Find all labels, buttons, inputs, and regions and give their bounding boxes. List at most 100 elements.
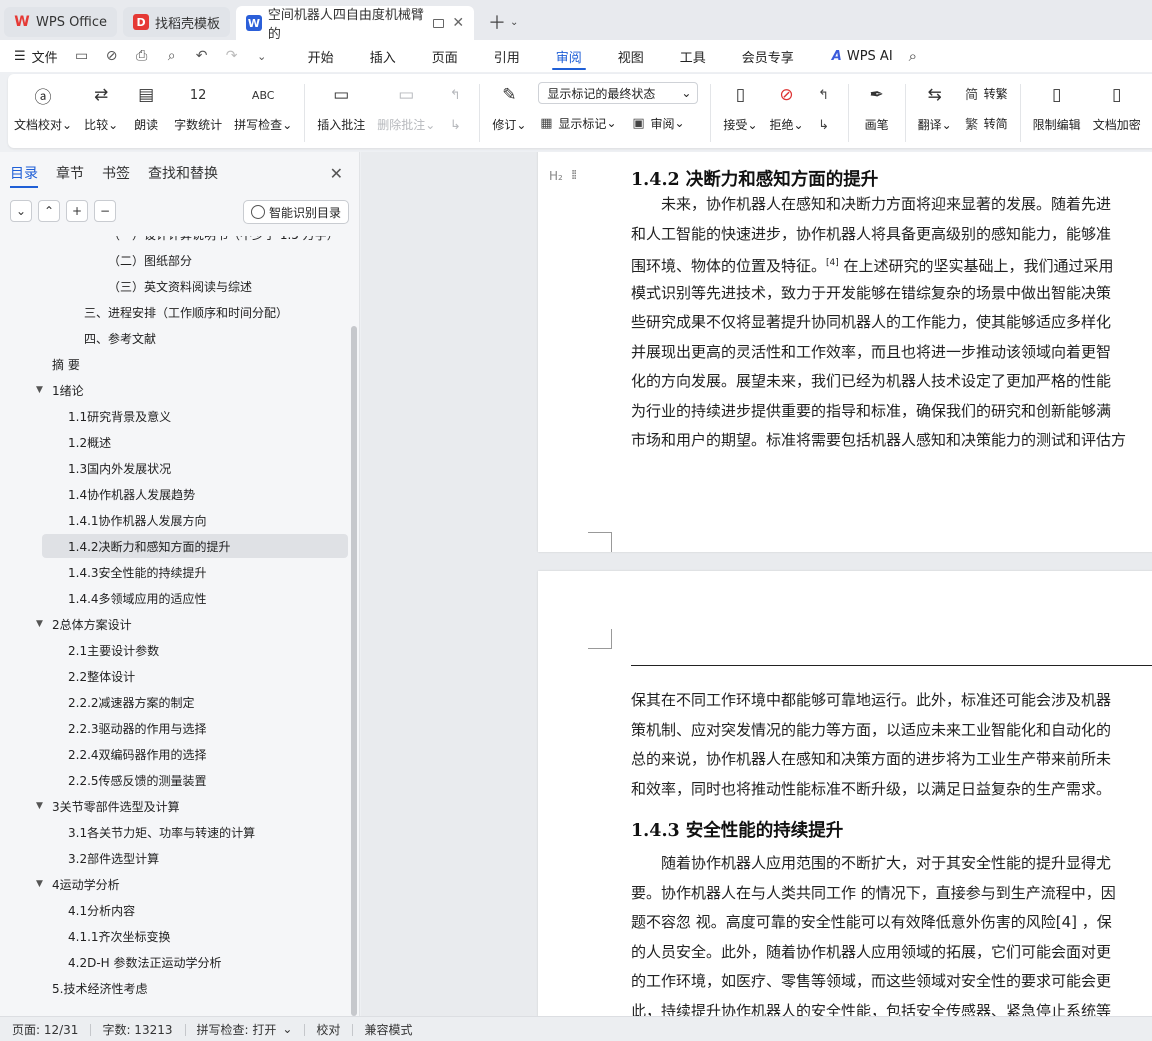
spell-check-button[interactable]: ABC 拼写检查⌄ <box>228 82 298 133</box>
review-pane-button[interactable]: ▣ 审阅 ⌄ <box>631 112 684 134</box>
toc-item-label: （一）设计计算说明书（不少于 1.5 万字） <box>108 236 339 243</box>
delete-comment-button[interactable]: ▭ 删除批注⌄ <box>371 82 441 133</box>
close-icon[interactable]: ✕ <box>330 164 343 183</box>
reject-button[interactable]: ⊘ 拒绝⌄ <box>764 82 810 133</box>
toc-item[interactable]: 2.2.4双编码器作用的选择 <box>68 742 207 766</box>
toc-item[interactable]: 4.1.1齐次坐标变换 <box>68 924 171 948</box>
export-icon[interactable]: ⊘ <box>104 48 120 64</box>
tab-review[interactable]: 审阅 <box>538 40 600 72</box>
insert-comment-button[interactable]: ▭ 插入批注 <box>311 82 371 133</box>
spell-check-status[interactable]: 拼写检查: 打开 ⌄ <box>184 1017 305 1041</box>
to-traditional-button[interactable]: 简转繁 <box>964 82 1008 104</box>
toc-item[interactable]: 1.1研究背景及意义 <box>68 404 171 428</box>
tab-view[interactable]: 视图 <box>600 40 662 72</box>
caret-down-icon[interactable]: ▼ <box>36 801 48 811</box>
redo-icon[interactable]: ↷ <box>224 48 240 64</box>
tab-member[interactable]: 会员专享 <box>724 40 812 72</box>
toc-item[interactable]: 1.3国内外发展状况 <box>68 456 171 480</box>
minus-icon[interactable]: − <box>94 200 116 222</box>
word-count-button[interactable]: 12 字数统计 <box>168 82 228 133</box>
tab-tools[interactable]: 工具 <box>662 40 724 72</box>
chevron-up-icon[interactable]: ⌃ <box>38 200 60 222</box>
save-icon[interactable]: ▭ <box>74 48 90 64</box>
plus-icon[interactable]: + <box>66 200 88 222</box>
tab-wps-office[interactable]: W WPS Office <box>4 7 118 37</box>
show-markup-button[interactable]: ▦ 显示标记 ⌄ <box>538 112 616 134</box>
toc-item[interactable]: 1.4协作机器人发展趋势 <box>68 482 195 506</box>
toc-item[interactable]: 摘 要 <box>52 352 80 376</box>
ink-button[interactable]: ✒ 画笔 <box>855 82 899 133</box>
prev-comment-button[interactable]: ↰ <box>447 84 467 106</box>
tab-references[interactable]: 引用 <box>476 40 538 72</box>
chevron-down-icon[interactable]: ⌄ <box>510 17 518 28</box>
nav-tab-find-replace[interactable]: 查找和替换 <box>148 152 218 194</box>
monitor-icon[interactable] <box>433 18 445 28</box>
toc-item[interactable]: 4.1分析内容 <box>68 898 135 922</box>
accept-button[interactable]: ▯ 接受⌄ <box>717 82 763 133</box>
tab-page[interactable]: 页面 <box>414 40 476 72</box>
toc-item[interactable]: ▼ 1绪论 <box>36 378 84 402</box>
toc-item[interactable]: 3.2部件选型计算 <box>68 846 159 870</box>
next-change-button[interactable]: ↳ <box>816 114 836 136</box>
tab-active-document[interactable]: W 空间机器人四自由度机械臂的 ✕ <box>236 6 475 42</box>
doc-encrypt-button[interactable]: ▯ 文档加密 <box>1087 82 1147 133</box>
toc-item[interactable]: 1.4.3安全性能的持续提升 <box>68 560 207 584</box>
nav-tab-toc[interactable]: 目录 <box>10 152 38 194</box>
toc-item[interactable]: 2.2.5传感反馈的测量装置 <box>68 768 207 792</box>
caret-down-icon[interactable]: ▼ <box>36 879 48 889</box>
next-comment-button[interactable]: ↳ <box>447 114 467 136</box>
word-count-indicator[interactable]: 字数: 13213 <box>90 1017 184 1041</box>
chevron-down-icon[interactable]: ⌄ <box>10 200 32 222</box>
nav-tab-bookmarks[interactable]: 书签 <box>102 152 130 194</box>
toc-item[interactable]: （三）英文资料阅读与综述 <box>108 274 252 298</box>
toc-item[interactable]: 5.技术经济性考虑 <box>52 976 147 1000</box>
tab-insert[interactable]: 插入 <box>352 40 414 72</box>
toc-item[interactable]: 三、进程安排（工作顺序和时间分配） <box>84 300 288 324</box>
track-changes-button[interactable]: ✎ 修订⌄ <box>486 82 532 133</box>
toc-item[interactable]: 1.4.1协作机器人发展方向 <box>68 508 207 532</box>
tab-docer-templates[interactable]: D 找稻壳模板 <box>123 7 231 37</box>
toc-item[interactable]: 2.2.2减速器方案的制定 <box>68 690 195 714</box>
drag-handle-icon[interactable]: ⁞⁞ <box>571 168 577 183</box>
toc-item[interactable]: （二）图纸部分 <box>108 248 192 272</box>
new-tab-button[interactable]: ＋ ⌄ <box>480 7 526 37</box>
toc-item[interactable]: 3.1各关节力矩、功率与转速的计算 <box>68 820 255 844</box>
file-menu[interactable]: ☰ 文件 <box>14 47 58 66</box>
smart-toc-button[interactable]: 智能识别目录 <box>242 200 349 224</box>
tab-home[interactable]: 开始 <box>290 40 352 72</box>
toc-item[interactable]: 1.2概述 <box>68 430 111 454</box>
toc-item[interactable]: （一）设计计算说明书（不少于 1.5 万字） <box>108 236 339 246</box>
translate-button[interactable]: ⇆ 翻译⌄ <box>912 82 958 133</box>
wps-ai-button[interactable]: A WPS AI <box>812 49 903 64</box>
toc-item[interactable]: ▼ 4运动学分析 <box>36 872 120 896</box>
print-preview-icon[interactable]: ⌕ <box>164 48 180 64</box>
toc-item[interactable]: 2.2.3驱动器的作用与选择 <box>68 716 207 740</box>
toc-item[interactable]: ▼ 3关节零部件选型及计算 <box>36 794 180 818</box>
toc-item[interactable]: 1.4.2决断力和感知方面的提升 <box>42 534 348 558</box>
proofread-button[interactable]: ⓐ 文档校对⌄ <box>8 82 78 133</box>
to-simplified-button[interactable]: 繁转简 <box>964 112 1008 134</box>
caret-down-icon[interactable]: ▼ <box>36 385 48 395</box>
toc-item[interactable]: 2.2整体设计 <box>68 664 135 688</box>
toc-item[interactable]: 4.2D-H 参数法正运动学分析 <box>68 950 222 974</box>
undo-icon[interactable]: ↶ <box>194 48 210 64</box>
caret-down-icon[interactable]: ▼ <box>36 619 48 629</box>
compare-button[interactable]: ⇄ 比较⌄ <box>78 82 124 133</box>
print-icon[interactable]: ⎙ <box>134 48 150 64</box>
search-icon[interactable]: ⌕ <box>909 47 917 65</box>
prev-change-button[interactable]: ↰ <box>816 84 836 106</box>
close-icon[interactable]: ✕ <box>452 15 464 31</box>
toc-scrollbar[interactable] <box>351 326 357 1016</box>
restrict-editing-button[interactable]: ▯ 限制编辑 <box>1027 82 1087 133</box>
chevron-down-icon[interactable]: ⌄ <box>254 50 270 63</box>
page-indicator[interactable]: 页面: 12/31 <box>0 1017 90 1041</box>
toc-item[interactable]: 四、参考文献 <box>84 326 156 350</box>
header-rule <box>631 665 1152 666</box>
toc-item[interactable]: ▼ 2总体方案设计 <box>36 612 132 636</box>
read-aloud-button[interactable]: ▤ 朗读 <box>124 82 168 133</box>
nav-tab-sections[interactable]: 章节 <box>56 152 84 194</box>
toc-item[interactable]: 2.1主要设计参数 <box>68 638 159 662</box>
toc-item[interactable]: 1.4.4多领域应用的适应性 <box>68 586 207 610</box>
display-mode-select[interactable]: 显示标记的最终状态 ⌄ <box>538 82 699 104</box>
proof-button[interactable]: 校对 <box>304 1017 352 1041</box>
